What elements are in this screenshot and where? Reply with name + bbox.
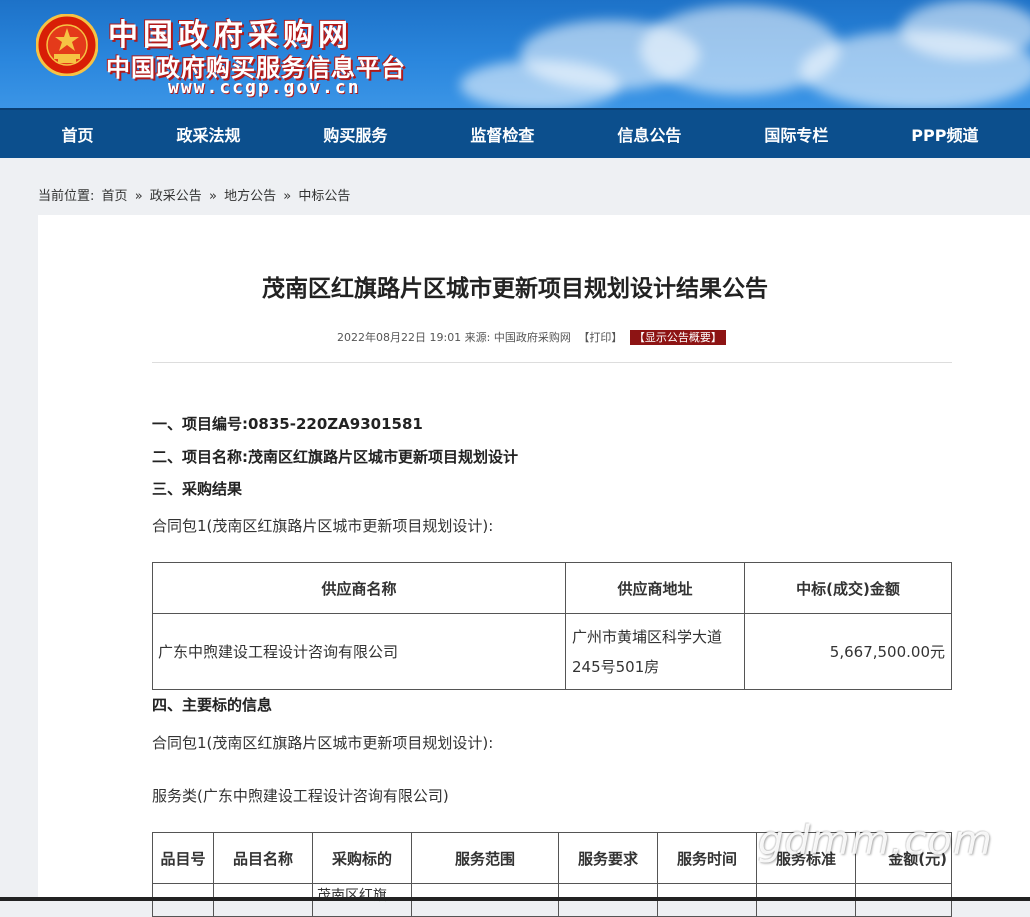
nav-regulations[interactable]: 政采法规 (176, 122, 240, 146)
content-panel: 茂南区红旗路片区城市更新项目规划设计结果公告 2022年08月22日 19:01… (38, 215, 1030, 917)
table-header: 品目号 (152, 832, 214, 884)
breadcrumb-home[interactable]: 首页 (102, 189, 128, 204)
award-amount: 5,667,500.00元 (744, 613, 952, 690)
table-row: 广东中煦建设工程设计咨询有限公司 广州市黄埔区科学大道245号501房 5,66… (152, 613, 952, 690)
header-banner: 中国政府采购网 中国政府购买服务信息平台 www.ccgp.gov.cn (0, 0, 1030, 108)
section-project-number: 一、项目编号:0835-220ZA9301581 (152, 415, 423, 433)
breadcrumb-local-announcements[interactable]: 地方公告 (224, 189, 276, 204)
nav-purchase-services[interactable]: 购买服务 (323, 122, 387, 146)
table-header: 采购标的 (312, 832, 412, 884)
article-meta: 2022年08月22日 19:01 来源: 中国政府采购网 【打印】 【显示公告… (337, 329, 726, 345)
table-header: 服务时间 (657, 832, 757, 884)
main-nav: 首页 政采法规 购买服务 监督检查 信息公告 国际专栏 PPP频道 (0, 108, 1030, 158)
meta-source: 中国政府采购网 (493, 331, 571, 344)
nav-supervision[interactable]: 监督检查 (470, 122, 534, 146)
section-project-name: 二、项目名称:茂南区红旗路片区城市更新项目规划设计 (152, 448, 519, 466)
show-summary-button[interactable]: 【显示公告概要】 (629, 330, 726, 345)
section-results: 三、采购结果 (152, 480, 243, 498)
national-emblem-icon (36, 14, 98, 76)
package-label-2: 合同包1(茂南区红旗路片区城市更新项目规划设计): (152, 734, 494, 752)
watermark: gdmm.com (758, 818, 993, 864)
package-label: 合同包1(茂南区红旗路片区城市更新项目规划设计): (152, 517, 494, 535)
print-button[interactable]: 【打印】 (578, 331, 622, 344)
bottom-bar (0, 897, 1030, 901)
section-main-items: 四、主要标的信息 (152, 696, 273, 714)
breadcrumb: 当前位置: 首页 » 政采公告 » 地方公告 » 中标公告 (38, 185, 353, 204)
table-header: 供应商地址 (565, 562, 745, 614)
table-header: 中标(成交)金额 (744, 562, 952, 614)
table-header: 品目名称 (213, 832, 313, 884)
table-header: 供应商名称 (152, 562, 566, 614)
breadcrumb-gov-announcements[interactable]: 政采公告 (150, 189, 202, 204)
nav-international[interactable]: 国际专栏 (764, 122, 828, 146)
table-header: 服务要求 (558, 832, 658, 884)
service-type: 服务类(广东中煦建设工程设计咨询有限公司) (152, 787, 449, 805)
breadcrumb-sep: » (283, 189, 292, 204)
site-url: www.ccgp.gov.cn (168, 77, 361, 98)
nav-ppp[interactable]: PPP频道 (911, 122, 978, 146)
breadcrumb-sep: » (208, 189, 217, 204)
page-title: 茂南区红旗路片区城市更新项目规划设计结果公告 (262, 276, 768, 302)
divider (152, 362, 952, 363)
results-table: 供应商名称 供应商地址 中标(成交)金额 广东中煦建设工程设计咨询有限公司 广州… (152, 562, 952, 690)
nav-home[interactable]: 首页 (61, 122, 93, 146)
breadcrumb-sep: » (134, 189, 143, 204)
table-header: 服务范围 (411, 832, 559, 884)
supplier-address: 广州市黄埔区科学大道245号501房 (565, 613, 745, 690)
breadcrumb-award-announcements[interactable]: 中标公告 (298, 189, 350, 204)
nav-announcements[interactable]: 信息公告 (617, 122, 681, 146)
supplier-name: 广东中煦建设工程设计咨询有限公司 (152, 613, 566, 690)
meta-date: 2022年08月22日 19:01 来源: (337, 331, 491, 344)
breadcrumb-prefix: 当前位置: (38, 189, 95, 204)
